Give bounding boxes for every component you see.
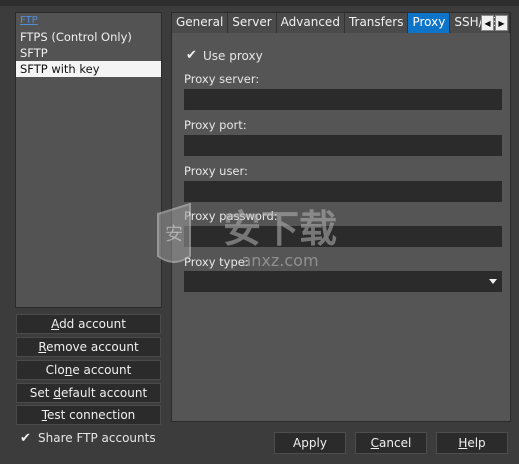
add-account-button[interactable]: Add account bbox=[16, 314, 161, 334]
apply-button[interactable]: Apply bbox=[274, 432, 346, 454]
share-ftp-accounts-label: Share FTP accounts bbox=[38, 431, 156, 445]
title-bar-strip bbox=[0, 0, 519, 6]
proxy-port-input[interactable] bbox=[184, 135, 502, 156]
tab-scroll-right-icon[interactable]: ▶ bbox=[495, 15, 508, 31]
tab-proxy[interactable]: Proxy bbox=[408, 13, 451, 33]
account-item-sftp-with-key[interactable]: SFTP with key bbox=[16, 61, 161, 77]
tab-transfers[interactable]: Transfers bbox=[344, 13, 409, 33]
help-button[interactable]: Help bbox=[436, 432, 508, 454]
proxy-server-label: Proxy server: bbox=[184, 72, 260, 86]
proxy-type-label: Proxy type: bbox=[184, 255, 249, 269]
set-default-account-button[interactable]: Set default account bbox=[16, 383, 161, 403]
use-proxy-checkbox[interactable]: ✔ Use proxy bbox=[186, 48, 263, 63]
checkmark-icon: ✔ bbox=[186, 48, 197, 63]
account-item-sftp[interactable]: SFTP bbox=[16, 45, 161, 61]
chevron-down-icon bbox=[489, 279, 497, 284]
remove-account-button[interactable]: Remove account bbox=[16, 337, 161, 357]
proxy-user-input[interactable] bbox=[184, 181, 502, 202]
clone-account-button[interactable]: Clone account bbox=[16, 360, 161, 380]
proxy-server-input[interactable] bbox=[184, 89, 502, 110]
share-ftp-accounts-checkbox[interactable]: ✔ Share FTP accounts bbox=[20, 430, 156, 446]
account-item-ftp[interactable]: FTP bbox=[16, 13, 161, 29]
settings-panel: General Server Advanced Transfers Proxy … bbox=[171, 12, 511, 422]
proxy-port-label: Proxy port: bbox=[184, 118, 247, 132]
proxy-password-input[interactable] bbox=[184, 226, 502, 247]
tab-general[interactable]: General bbox=[172, 13, 229, 33]
tab-bar: General Server Advanced Transfers Proxy … bbox=[172, 13, 510, 33]
account-list[interactable]: FTP FTPS (Control Only) SFTP SFTP with k… bbox=[15, 12, 162, 308]
test-connection-button[interactable]: Test connection bbox=[16, 405, 161, 425]
use-proxy-label: Use proxy bbox=[203, 48, 263, 63]
tab-scroll-arrows: ◀ ▶ bbox=[481, 15, 508, 31]
tab-advanced[interactable]: Advanced bbox=[276, 13, 345, 33]
proxy-password-label: Proxy password: bbox=[184, 209, 278, 223]
cancel-button[interactable]: Cancel bbox=[355, 432, 427, 454]
proxy-user-label: Proxy user: bbox=[184, 164, 248, 178]
checkmark-icon: ✔ bbox=[20, 430, 31, 446]
account-item-ftps[interactable]: FTPS (Control Only) bbox=[16, 29, 161, 45]
tab-scroll-left-icon[interactable]: ◀ bbox=[481, 15, 494, 31]
tab-server[interactable]: Server bbox=[228, 13, 277, 33]
proxy-type-select[interactable] bbox=[184, 271, 502, 292]
